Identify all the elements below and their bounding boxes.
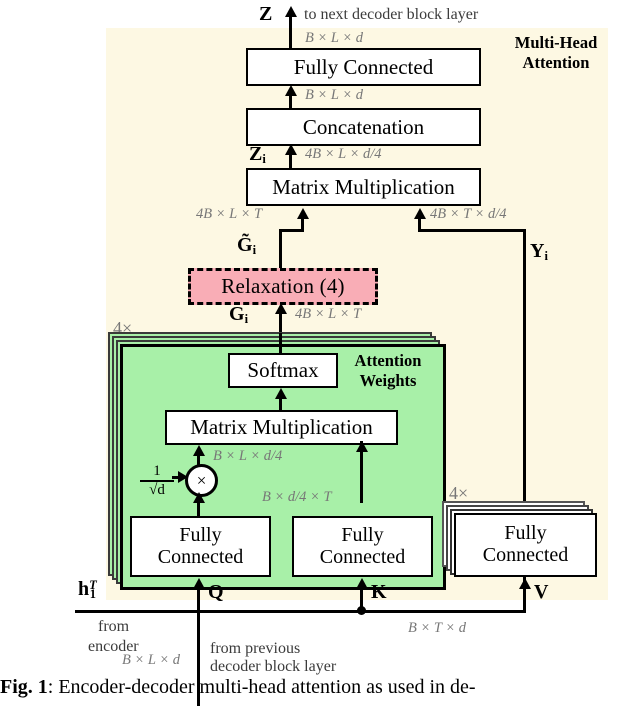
zi-symbol: Zi	[249, 143, 266, 166]
block-fully-connected-value[interactable]: Fully Connected	[454, 513, 597, 577]
block-fully-connected-key[interactable]: Fully Connected	[292, 516, 433, 577]
dim-key-value-in: B × T × d	[408, 620, 466, 636]
attention-weights-label-line1: Attention	[354, 351, 422, 370]
caption-text: : Encoder-decoder multi-head attention a…	[47, 676, 476, 698]
block-label-line1: Fully	[179, 523, 222, 546]
scale-numerator: 1	[140, 464, 174, 482]
dim-query-in: B × L × d	[122, 652, 180, 668]
v-symbol: V	[534, 581, 549, 603]
to-next-decoder-note: to next decoder block layer	[304, 6, 479, 23]
fck-to-mm-arrowhead	[356, 441, 368, 452]
block-fully-connected-output[interactable]: Fully Connected	[246, 48, 481, 86]
dim-key-out: B × d/4 × T	[262, 489, 332, 505]
block-label-line2: Connected	[157, 545, 244, 568]
block-label: Matrix Multiplication	[272, 174, 455, 199]
y-arrowhead	[414, 208, 426, 219]
dim-g-to-relax: 4B × L × T	[295, 306, 362, 322]
zi-arrowhead	[285, 144, 297, 155]
block-label-line2: Connected	[482, 544, 569, 566]
mm-to-softmax-arrowhead	[275, 388, 287, 399]
block-label-line1: Fully	[504, 522, 547, 545]
y-hline	[418, 229, 526, 232]
caption-label: Fig. 1	[0, 676, 48, 698]
z-output-line	[289, 14, 292, 50]
scale-factor-fraction: 1 √d	[140, 464, 174, 498]
q-symbol: Q	[208, 581, 224, 603]
encoder-output-symbol: hT1	[78, 578, 97, 601]
k-input-arrowhead	[356, 578, 368, 589]
block-fully-connected-query[interactable]: Fully Connected	[130, 516, 271, 577]
g-to-relax-line	[279, 311, 282, 333]
block-concatenation[interactable]: Concatenation	[246, 108, 481, 146]
from-previous-line1: from previous	[210, 640, 301, 657]
q-input-arrowhead	[193, 578, 205, 589]
encoder-bus-line	[75, 610, 526, 613]
block-label: Relaxation (4)	[221, 274, 345, 298]
scale-into-mul-arrowhead	[178, 471, 188, 483]
y-symbol: Yi	[530, 240, 548, 263]
block-matrix-multiplication-head[interactable]: Matrix Multiplication	[165, 410, 398, 445]
z-output-symbol: Z	[259, 3, 273, 25]
dim-mm-to-concat: 4B × L × d/4	[305, 146, 382, 162]
attention-weights-label-line2: Weights	[359, 371, 417, 390]
concat-to-fc-arrowhead	[285, 85, 297, 96]
scale-denominator: √d	[149, 482, 165, 498]
fcq-to-mul-line	[197, 501, 200, 517]
z-output-arrowhead	[285, 6, 297, 17]
softmax-out-line	[279, 333, 282, 355]
panel-title-line1: Multi-Head	[514, 33, 598, 52]
block-label: Softmax	[247, 358, 319, 383]
figure-canvas: Multi-Head Attention Z to next decoder b…	[0, 0, 640, 716]
from-encoder-line1: from	[98, 618, 130, 635]
v-input-line	[523, 586, 526, 612]
panel-title-line2: Attention	[522, 53, 590, 72]
v-input-arrowhead	[519, 578, 531, 589]
block-label: Matrix Multiplication	[190, 415, 373, 440]
figure-caption: Fig. 1: Encoder-decoder multi-head atten…	[0, 676, 640, 699]
scaled-q-arrowhead	[193, 445, 205, 456]
block-label-line2: Connected	[319, 545, 406, 568]
block-label-line1: Fully	[341, 523, 384, 546]
gtilde-vline-lower	[279, 229, 282, 271]
dim-gtilde-to-mm: 4B × L × T	[196, 206, 263, 222]
block-relaxation[interactable]: Relaxation (4)	[188, 268, 378, 305]
encoder-bus-junction-dot	[357, 606, 366, 615]
fcq-to-mul-arrowhead	[193, 492, 205, 503]
dim-y-to-mm: 4B × T × d/4	[430, 206, 507, 222]
g-symbol: Gi	[229, 303, 249, 326]
dim-fc-to-z: B × L × d	[305, 30, 363, 46]
dim-scaled-q: B × L × d/4	[213, 448, 283, 464]
block-label: Fully Connected	[293, 54, 434, 79]
from-previous-line2: decoder block layer	[210, 658, 337, 675]
multiply-glyph: ×	[196, 470, 207, 490]
block-softmax[interactable]: Softmax	[228, 353, 338, 388]
gtilde-hline	[279, 229, 304, 232]
gtilde-symbol: G̃i	[237, 234, 257, 257]
k-symbol: K	[371, 581, 387, 603]
gtilde-arrowhead	[297, 208, 309, 219]
g-to-relax-arrowhead	[275, 303, 287, 314]
dim-concat-to-fc: B × L × d	[305, 87, 363, 103]
block-label: Concatenation	[302, 114, 425, 139]
block-matrix-multiplication-output[interactable]: Matrix Multiplication	[246, 168, 481, 206]
